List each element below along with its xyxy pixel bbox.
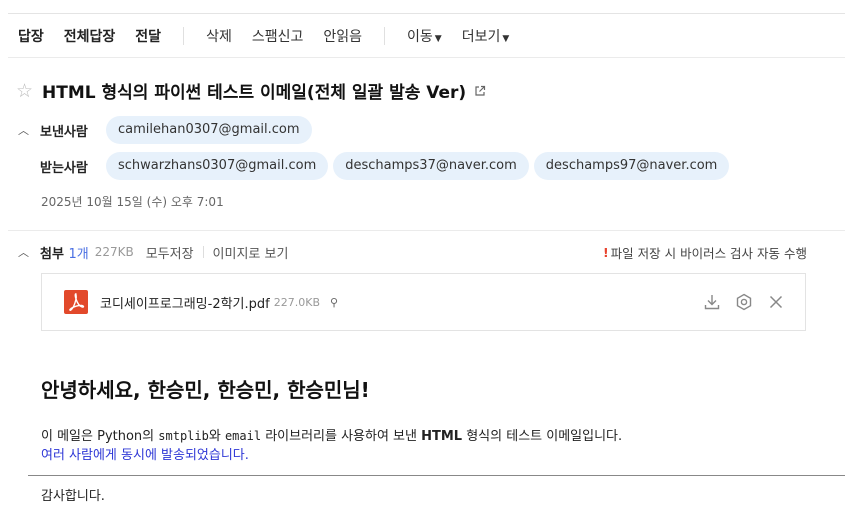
sender-label: 보낸사람	[40, 124, 88, 140]
report-spam-button[interactable]: 스팸신고	[252, 26, 304, 46]
move-dropdown[interactable]: 이동 ▼	[407, 26, 442, 46]
reply-all-button[interactable]: 전체답장	[64, 26, 116, 46]
body-line-2: 여러 사람에게 동시에 발송되었습니다.	[41, 448, 249, 463]
caret-down-icon: ▼	[502, 33, 510, 44]
caret-down-icon: ▼	[434, 33, 442, 44]
body-greeting: 안녕하세요, 한승민, 한승민, 한승민님!	[41, 378, 370, 402]
body-text: 형식의 테스트 이메일입니다.	[462, 429, 623, 444]
close-icon[interactable]	[767, 293, 785, 311]
separator	[202, 246, 204, 258]
chevron-up-icon[interactable]: ︿	[18, 122, 32, 138]
mail-toolbar: 답장 전체답장 전달 삭제 스팸신고 안읽음 이동 ▼ 더보기 ▼	[8, 14, 845, 58]
attachment-total-size: 227KB	[94, 245, 134, 259]
download-icon[interactable]	[703, 293, 721, 311]
more-dropdown[interactable]: 더보기 ▼	[462, 26, 510, 46]
attachment-file-item[interactable]: 코디세이프로그래밍-2학기.pdf 227.0KB ⚲	[41, 273, 806, 331]
recipient-label: 받는사람	[40, 160, 88, 176]
attachment-label-text: 첨부	[40, 246, 64, 262]
toolbar-separator	[384, 26, 385, 45]
chevron-up-icon[interactable]: ︿	[18, 244, 32, 260]
save-all-button[interactable]: 모두저장	[146, 243, 194, 262]
more-label: 더보기	[461, 28, 501, 45]
code-text: smtplib	[158, 429, 209, 443]
mail-date: 2025년 10월 15일 (수) 오후 7:01	[41, 195, 224, 209]
warning-icon: !	[602, 244, 609, 260]
virus-scan-text: 파일 저장 시 바이러스 검사 자동 수행	[610, 245, 807, 261]
bold-text: HTML	[421, 429, 463, 444]
code-text: email	[224, 429, 262, 443]
pdf-icon	[64, 290, 88, 314]
body-text: 이 메일은 Python의	[41, 429, 159, 444]
body-paragraph: 이 메일은 Python의 smtplib와 email 라이브러리를 사용하여…	[41, 427, 622, 465]
recipient-row: 받는사람 schwarzhans0307@gmail.com deschamps…	[18, 152, 734, 180]
mail-subject: HTML 형식의 파이썬 테스트 이메일(전체 일괄 발송 Ver)	[42, 83, 467, 103]
view-as-image-button[interactable]: 이미지로 보기	[213, 243, 289, 262]
subject-row: ☆ HTML 형식의 파이썬 테스트 이메일(전체 일괄 발송 Ver)	[16, 78, 486, 103]
open-new-window-icon[interactable]	[474, 85, 486, 97]
body-text: 라이브러리를 사용하여 보낸	[261, 429, 422, 444]
body-line-1: 이 메일은 Python의 smtplib와 email 라이브러리를 사용하여…	[41, 427, 622, 446]
mark-unread-button[interactable]: 안읽음	[323, 26, 362, 46]
sender-chip[interactable]: camilehan0307@gmail.com	[106, 116, 312, 144]
forward-button[interactable]: 전달	[135, 26, 161, 46]
body-closing: 감사합니다.	[41, 489, 105, 504]
cloud-save-icon[interactable]	[735, 293, 753, 311]
recipient-chip[interactable]: deschamps37@naver.com	[333, 152, 529, 180]
sender-row: ︿ 보낸사람 camilehan0307@gmail.com	[18, 116, 317, 144]
virus-scan-note: ! 파일 저장 시 바이러스 검사 자동 수행	[603, 243, 807, 262]
attachment-file-name[interactable]: 코디세이프로그래밍-2학기.pdf	[100, 293, 270, 312]
move-label: 이동	[407, 28, 433, 45]
attachment-bar: ︿ 첨부 1개 227KB 모두저장 이미지로 보기 ! 파일 저장 시 바이러…	[18, 243, 807, 262]
attachment-count: 1개	[68, 246, 89, 262]
recipient-chip[interactable]: schwarzhans0307@gmail.com	[106, 152, 329, 180]
recipient-chip[interactable]: deschamps97@naver.com	[533, 152, 730, 180]
attachment-file-size: 227.0KB	[273, 295, 321, 309]
body-divider	[28, 475, 845, 476]
toolbar-separator	[183, 26, 185, 45]
attachment-label: 첨부 1개	[40, 243, 89, 262]
body-text: 와	[208, 429, 225, 444]
magnifier-icon[interactable]: ⚲	[330, 296, 338, 309]
star-icon[interactable]: ☆	[16, 80, 40, 102]
attachment-actions	[689, 293, 785, 311]
delete-button[interactable]: 삭제	[206, 26, 232, 46]
header-divider	[8, 230, 845, 231]
reply-button[interactable]: 답장	[18, 26, 44, 46]
